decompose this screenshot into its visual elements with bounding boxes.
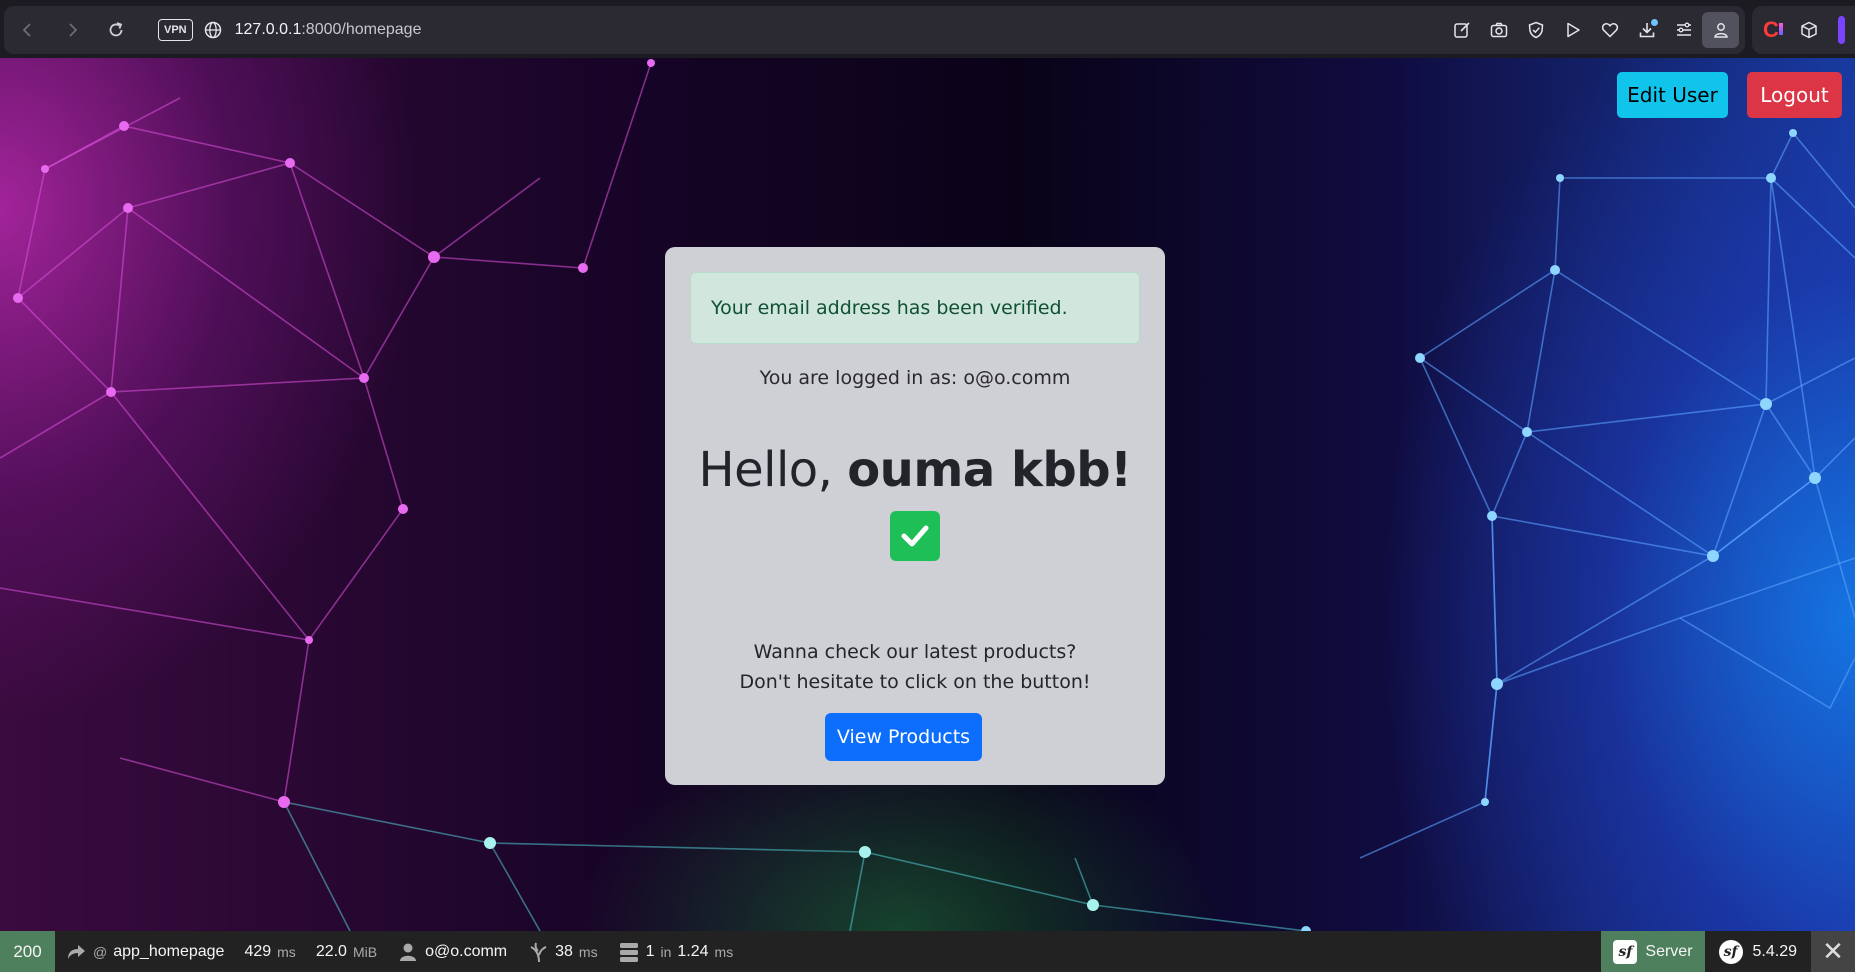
db-in: in	[660, 943, 672, 960]
redirect-icon	[68, 944, 85, 959]
user-name: o@o.comm	[425, 942, 508, 960]
check-icon	[890, 511, 940, 561]
twig-unit: ms	[578, 943, 598, 960]
route-prefix: @	[93, 943, 108, 960]
greeting-name: ouma kbb!	[847, 442, 1132, 498]
promo-line-2: Don't hesitate to click on the button!	[739, 671, 1091, 693]
logout-button[interactable]: Logout	[1747, 72, 1842, 118]
browser-toolbar: VPN 127.0.0.1:8000/homepage	[4, 6, 1745, 54]
edit-icon[interactable]	[1443, 12, 1480, 48]
view-products-button[interactable]: View Products	[825, 713, 982, 761]
url-host: 127.0.0.1	[234, 21, 302, 38]
globe-icon	[204, 21, 221, 39]
extensions-bar: C	[1752, 6, 1855, 54]
database-icon	[619, 942, 638, 962]
success-alert: Your email address has been verified.	[690, 272, 1140, 344]
memory-value: 22.0	[315, 942, 347, 960]
back-icon[interactable]	[8, 10, 48, 50]
time-unit: ms	[277, 943, 296, 960]
shield-icon[interactable]	[1517, 12, 1554, 48]
play-icon[interactable]	[1554, 12, 1591, 48]
c-extension-icon[interactable]: C	[1752, 12, 1790, 48]
url-path: :8000/homepage	[301, 21, 422, 38]
browser-chrome: VPN 127.0.0.1:8000/homepage C	[0, 0, 1855, 58]
camera-icon[interactable]	[1480, 12, 1517, 48]
symfony-version: 5.4.29	[1752, 942, 1797, 960]
database-item[interactable]: 1 in 1.24 ms	[608, 931, 744, 972]
user-icon	[400, 943, 417, 961]
greeting-heading: Hello, ouma kbb!	[665, 442, 1165, 498]
symfony-logo-icon: sf	[1718, 939, 1743, 964]
promo-text: Wanna check our latest products? Don't h…	[665, 637, 1165, 697]
close-icon[interactable]: ✕	[1811, 931, 1855, 972]
cube-icon[interactable]	[1790, 12, 1828, 48]
twig-icon	[530, 942, 547, 962]
reload-icon[interactable]	[96, 10, 136, 50]
memory-item[interactable]: 22.0 MiB	[306, 931, 387, 972]
download-indicator	[1651, 19, 1658, 26]
twig-value: 38	[555, 942, 573, 960]
greeting-prefix: Hello,	[698, 442, 848, 498]
sidebar-accent	[1838, 16, 1845, 44]
edit-user-button[interactable]: Edit User	[1617, 72, 1728, 118]
homepage: Edit User Logout Your email address has …	[0, 58, 1855, 931]
profile-icon[interactable]	[1702, 12, 1739, 48]
time-value: 429	[244, 942, 272, 960]
heart-icon[interactable]	[1591, 12, 1628, 48]
route-name: app_homepage	[113, 942, 225, 960]
logged-in-text: You are logged in as: o@o.comm	[759, 367, 1071, 389]
welcome-card: Your email address has been verified. Yo…	[665, 247, 1165, 785]
db-unit: ms	[714, 943, 734, 960]
db-query-count: 1	[645, 942, 655, 960]
download-icon[interactable]	[1628, 12, 1665, 48]
memory-unit: MiB	[352, 943, 378, 960]
status-code-badge[interactable]: 200	[0, 931, 55, 972]
time-item[interactable]: 429 ms	[234, 931, 305, 972]
promo-line-1: Wanna check our latest products?	[753, 641, 1077, 663]
server-label: Server	[1645, 942, 1693, 960]
address-bar[interactable]: 127.0.0.1:8000/homepage	[235, 21, 422, 39]
forward-icon[interactable]	[52, 10, 92, 50]
db-time: 1.24	[677, 942, 709, 960]
symfony-version-item[interactable]: sf 5.4.29	[1705, 931, 1811, 972]
symfony-server-icon: sf	[1613, 939, 1638, 964]
user-item[interactable]: o@o.comm	[387, 931, 517, 972]
server-item[interactable]: sf Server	[1601, 931, 1705, 972]
symfony-debug-toolbar: 200 @ app_homepage 429 ms 22.0 MiB o@o.c…	[0, 931, 1855, 972]
vpn-badge[interactable]: VPN	[158, 19, 193, 41]
menu-icon[interactable]	[1665, 12, 1702, 48]
twig-item[interactable]: 38 ms	[517, 931, 607, 972]
route-item[interactable]: @ app_homepage	[55, 931, 234, 972]
